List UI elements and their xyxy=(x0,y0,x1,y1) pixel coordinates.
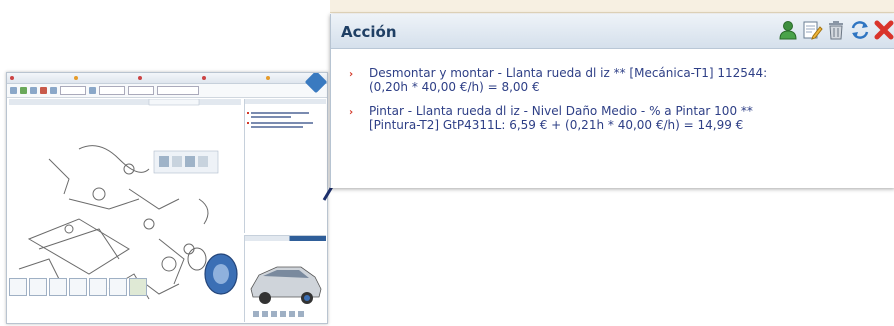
trash-icon[interactable] xyxy=(825,19,847,41)
close-icon[interactable] xyxy=(873,19,894,41)
bullet-arrow-icon: › xyxy=(349,107,354,118)
panel-toolbar xyxy=(777,19,894,41)
action-item-line1: Desmontar y montar - Llanta rueda dl iz … xyxy=(369,66,768,80)
action-item[interactable]: › Pintar - Llanta rueda dl iz - Nivel Da… xyxy=(341,104,885,132)
accion-panel: Acción › Desmontar y montar - Llanta rue… xyxy=(330,14,894,188)
panel-title: Acción xyxy=(341,23,397,41)
action-item-line2: [Pintura-T2] GtP4311L: 6,59 € + (0,21h *… xyxy=(369,118,744,132)
action-item[interactable]: › Desmontar y montar - Llanta rueda dl i… xyxy=(341,66,885,94)
bullet-arrow-icon: › xyxy=(349,69,354,80)
panel-header: Acción xyxy=(331,14,894,49)
refresh-icon[interactable] xyxy=(849,19,871,41)
action-item-line2: (0,20h * 40,00 €/h) = 8,00 € xyxy=(369,80,540,94)
action-item-line1: Pintar - Llanta rueda dl iz - Nivel Daño… xyxy=(369,104,753,118)
edit-icon[interactable] xyxy=(801,19,823,41)
panel-top-strip xyxy=(330,0,894,13)
user-icon[interactable] xyxy=(777,19,799,41)
action-item-list: › Desmontar y montar - Llanta rueda dl i… xyxy=(341,66,885,142)
